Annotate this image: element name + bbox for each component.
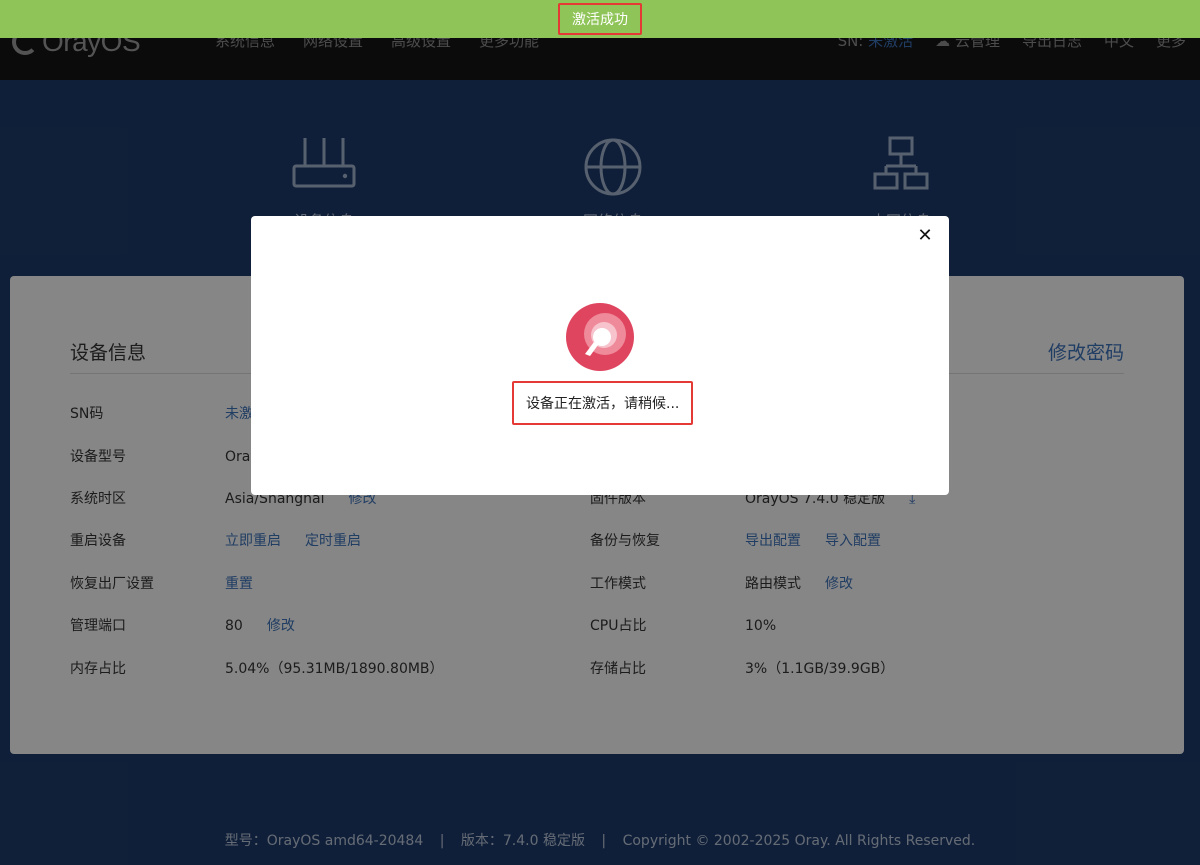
- toast-message: 激活成功: [558, 3, 642, 35]
- activation-status-message: 设备正在激活，请稍候...: [512, 381, 694, 425]
- loading-spinner-icon: [566, 303, 634, 371]
- success-toast: 激活成功: [0, 0, 1200, 38]
- activation-dialog: ✕ 设备正在激活，请稍候...: [251, 216, 949, 495]
- close-icon[interactable]: ✕: [913, 224, 937, 248]
